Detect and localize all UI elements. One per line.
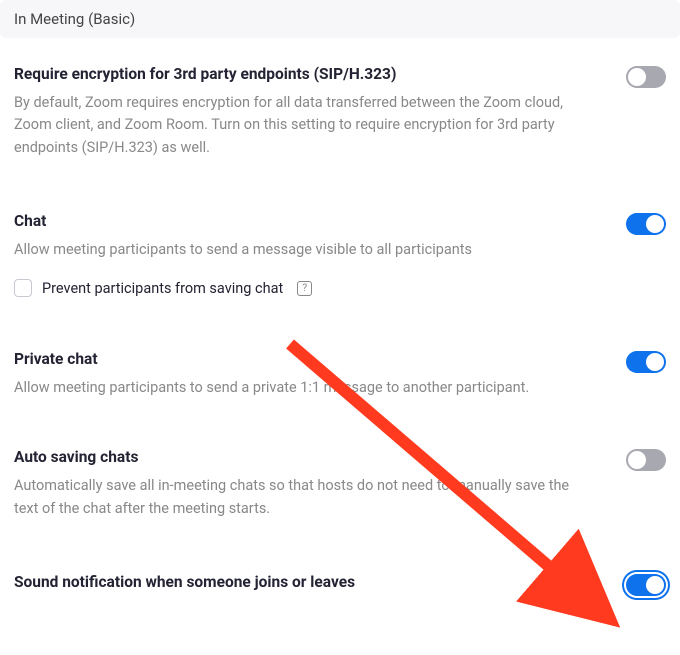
toggle-private-chat[interactable] — [626, 351, 666, 373]
setting-title: Sound notification when someone joins or… — [14, 572, 596, 594]
toggle-knob — [646, 215, 664, 233]
toggle-knob — [628, 68, 646, 86]
section-header-text: In Meeting (Basic) — [14, 10, 135, 28]
setting-chat: Chat Allow meeting participants to send … — [14, 211, 666, 297]
setting-text: Auto saving chats Automatically save all… — [14, 447, 626, 520]
setting-text: Require encryption for 3rd party endpoin… — [14, 64, 626, 159]
setting-encryption: Require encryption for 3rd party endpoin… — [14, 64, 666, 159]
setting-title: Auto saving chats — [14, 447, 596, 469]
setting-title: Chat — [14, 211, 596, 233]
toggle-knob — [646, 576, 664, 594]
setting-text: Private chat Allow meeting participants … — [14, 349, 626, 399]
setting-sound-notification: Sound notification when someone joins or… — [14, 572, 666, 600]
toggle-sound-notification[interactable] — [626, 574, 666, 596]
checkbox-label: Prevent participants from saving chat — [42, 280, 283, 297]
setting-desc: Allow meeting participants to send a pri… — [14, 377, 596, 399]
setting-desc: Automatically save all in-meeting chats … — [14, 475, 596, 520]
toggle-chat[interactable] — [626, 213, 666, 235]
setting-text: Sound notification when someone joins or… — [14, 572, 626, 600]
setting-title: Private chat — [14, 349, 596, 371]
help-icon[interactable]: ? — [297, 281, 312, 296]
section-header: In Meeting (Basic) — [0, 0, 680, 38]
checkbox-prevent-saving-chat[interactable] — [14, 279, 32, 297]
setting-text: Chat Allow meeting participants to send … — [14, 211, 626, 297]
setting-desc: By default, Zoom requires encryption for… — [14, 92, 596, 159]
setting-title: Require encryption for 3rd party endpoin… — [14, 64, 596, 86]
setting-desc: Allow meeting participants to send a mes… — [14, 239, 596, 261]
toggle-knob — [646, 353, 664, 371]
setting-auto-saving-chats: Auto saving chats Automatically save all… — [14, 447, 666, 520]
settings-list: Require encryption for 3rd party endpoin… — [0, 64, 680, 600]
toggle-auto-saving-chats[interactable] — [626, 449, 666, 471]
checkbox-row: Prevent participants from saving chat ? — [14, 279, 596, 297]
toggle-knob — [628, 451, 646, 469]
toggle-encryption[interactable] — [626, 66, 666, 88]
setting-private-chat: Private chat Allow meeting participants … — [14, 349, 666, 399]
